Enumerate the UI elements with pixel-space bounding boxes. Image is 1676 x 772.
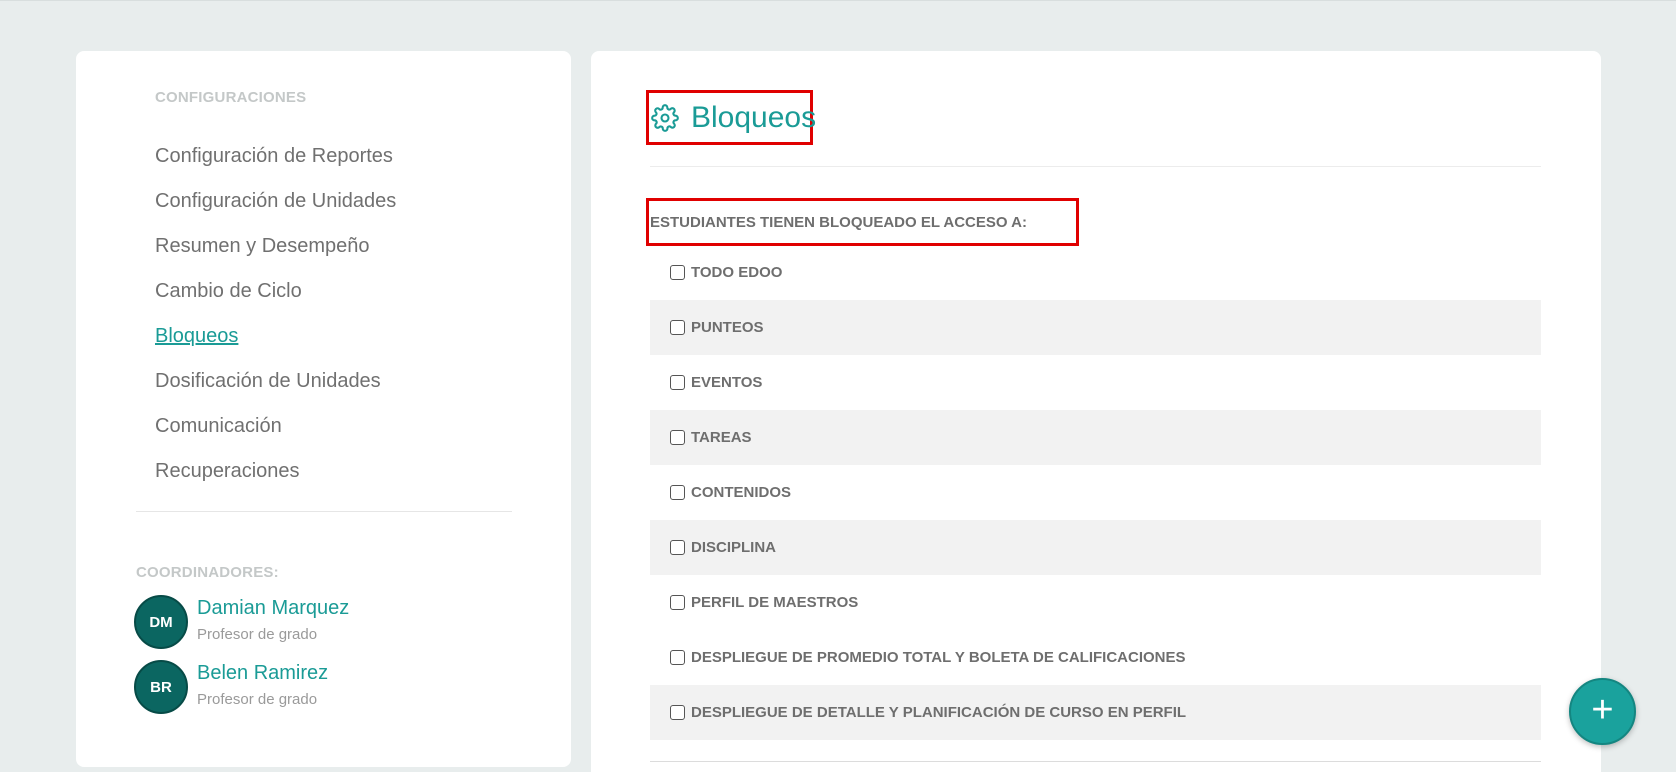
option-label: DESPLIEGUE DE DETALLE Y PLANIFICACIÓN DE… [691,704,1187,721]
gear-icon [651,103,679,132]
settings-sidebar: CONFIGURACIONES Configuración de Reporte… [76,51,571,767]
coordinator-name[interactable]: Damian Marquez [197,597,349,620]
checkbox[interactable] [670,430,685,445]
option-row-detalle-planificacion[interactable]: DESPLIEGUE DE DETALLE Y PLANIFICACIÓN DE… [650,685,1541,740]
title-highlight: Bloqueos [646,90,817,145]
option-row-punteos[interactable]: PUNTEOS [650,300,1541,355]
plus-icon: + [1591,689,1614,731]
option-label: TAREAS [691,429,752,446]
nav-item-reportes[interactable]: Configuración de Reportes [155,134,396,179]
title-divider [650,166,1541,167]
checkbox[interactable] [670,705,685,720]
option-row-disciplina[interactable]: DISCIPLINA [650,520,1541,575]
page-title: Bloqueos [691,100,817,134]
settings-nav: Configuración de Reportes Configuración … [155,134,396,494]
bloqueos-panel: Bloqueos ESTUDIANTES TIENEN BLOQUEADO EL… [591,51,1601,772]
coordinator-item: DM Damian Marquez Profesor de grado [134,595,554,651]
option-row-eventos[interactable]: EVENTOS [650,355,1541,410]
option-row-tareas[interactable]: TAREAS [650,410,1541,465]
checkbox[interactable] [670,320,685,335]
option-label: DISCIPLINA [691,539,777,556]
option-label: CONTENIDOS [691,484,792,501]
add-button[interactable]: + [1569,678,1636,745]
coordinator-name[interactable]: Belen Ramirez [197,662,328,685]
coordinators-heading: COORDINADORES: [136,564,279,581]
option-label: PERFIL DE MAESTROS [691,594,859,611]
option-label: EVENTOS [691,374,763,391]
checkbox[interactable] [670,485,685,500]
nav-item-cambio-ciclo[interactable]: Cambio de Ciclo [155,269,396,314]
coordinator-role: Profesor de grado [197,691,318,708]
option-row-perfil-maestros[interactable]: PERFIL DE MAESTROS [650,575,1541,630]
coordinator-role: Profesor de grado [197,626,318,643]
nav-item-bloqueos[interactable]: Bloqueos [155,314,396,359]
config-heading: CONFIGURACIONES [155,89,307,106]
option-row-promedio-boleta[interactable]: DESPLIEGUE DE PROMEDIO TOTAL Y BOLETA DE… [650,630,1541,685]
checkbox[interactable] [670,595,685,610]
block-options-list: TODO EDOO PUNTEOS EVENTOS TAREAS CONTENI… [650,245,1541,740]
checkbox[interactable] [670,540,685,555]
option-row-contenidos[interactable]: CONTENIDOS [650,465,1541,520]
sidebar-divider [136,511,512,512]
blocked-access-heading: ESTUDIANTES TIENEN BLOQUEADO EL ACCESO A… [650,213,1027,231]
checkbox[interactable] [670,650,685,665]
checkbox[interactable] [670,265,685,280]
option-row-todo-edoo[interactable]: TODO EDOO [650,245,1541,300]
nav-item-recuperaciones[interactable]: Recuperaciones [155,449,396,494]
nav-item-comunicacion[interactable]: Comunicación [155,404,396,449]
coordinator-item: BR Belen Ramirez Profesor de grado [134,660,554,716]
avatar: DM [134,595,188,649]
subtitle-highlight: ESTUDIANTES TIENEN BLOQUEADO EL ACCESO A… [646,198,1079,246]
nav-item-resumen[interactable]: Resumen y Desempeño [155,224,396,269]
page: CONFIGURACIONES Configuración de Reporte… [0,0,1676,772]
option-label: TODO EDOO [691,264,783,281]
nav-item-dosificacion[interactable]: Dosificación de Unidades [155,359,396,404]
options-bottom-divider [650,761,1541,762]
option-label: DESPLIEGUE DE PROMEDIO TOTAL Y BOLETA DE… [691,649,1186,666]
avatar: BR [134,660,188,714]
nav-item-unidades[interactable]: Configuración de Unidades [155,179,396,224]
checkbox[interactable] [670,375,685,390]
option-label: PUNTEOS [691,319,764,336]
